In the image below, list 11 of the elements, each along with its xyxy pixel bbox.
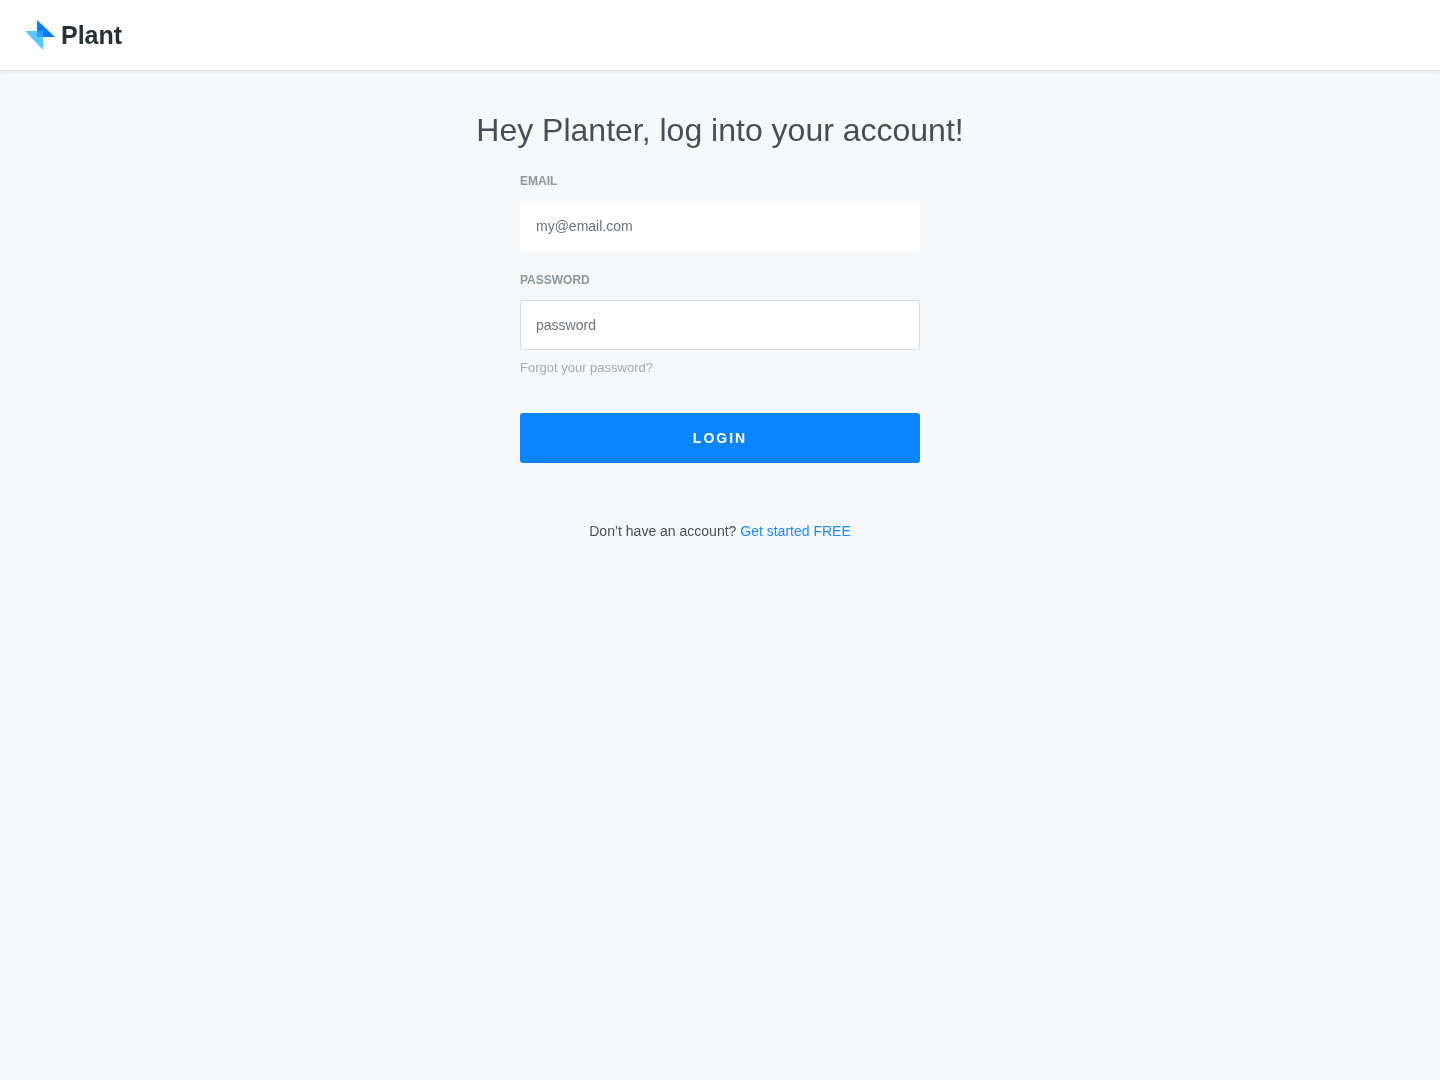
page-heading: Hey Planter, log into your account! bbox=[476, 111, 964, 150]
signup-prompt: Don’t have an account? Get started FREE bbox=[589, 522, 851, 541]
email-field[interactable]: my@email.com bbox=[520, 201, 920, 251]
signup-link[interactable]: Get started FREE bbox=[740, 523, 851, 539]
forgot-password-link[interactable]: Forgot your password? bbox=[520, 359, 653, 377]
login-button[interactable]: LOGIN bbox=[520, 413, 920, 463]
logo-text: Plant bbox=[61, 22, 123, 48]
field-label: EMAIL bbox=[520, 173, 559, 189]
field-label: PASSWORD bbox=[520, 272, 591, 288]
password-field[interactable]: password bbox=[520, 300, 920, 350]
logo-icon bbox=[25, 20, 55, 50]
